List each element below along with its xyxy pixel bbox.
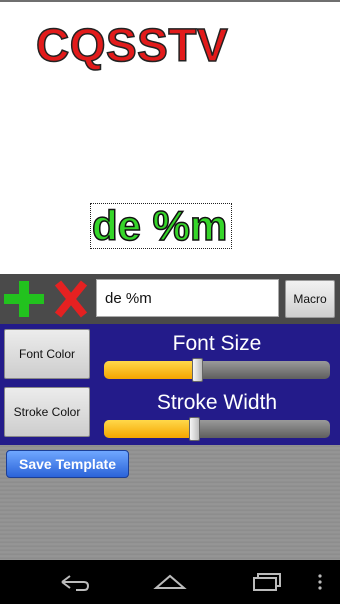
- overflow-menu-icon: [318, 574, 322, 590]
- overflow-menu-button[interactable]: [306, 568, 334, 596]
- home-icon: [153, 574, 187, 589]
- font-size-slider-thumb[interactable]: [191, 358, 203, 382]
- font-color-button[interactable]: Font Color: [4, 329, 90, 379]
- remove-text-button[interactable]: [52, 279, 90, 319]
- font-size-slider-fill: [104, 361, 197, 379]
- back-button[interactable]: [54, 568, 94, 596]
- stroke-width-slider-fill: [104, 420, 195, 438]
- recents-button[interactable]: [246, 568, 286, 596]
- add-text-button[interactable]: [2, 279, 46, 319]
- recents-icon: [253, 573, 281, 591]
- stroke-width-label: Stroke Width: [156, 391, 278, 414]
- font-size-slider[interactable]: [104, 358, 330, 382]
- plus-icon: [4, 281, 44, 317]
- x-icon: [54, 280, 88, 318]
- save-template-button[interactable]: Save Template: [6, 450, 129, 478]
- canvas-overlay-text[interactable]: de %m: [91, 204, 228, 248]
- back-icon: [61, 575, 90, 591]
- stroke-width-slider[interactable]: [104, 417, 330, 441]
- canvas-title-text[interactable]: CQSSTV: [35, 21, 228, 69]
- font-size-label: Font Size: [172, 332, 262, 355]
- stroke-width-slider-thumb[interactable]: [189, 417, 201, 441]
- stroke-color-button[interactable]: Stroke Color: [4, 387, 90, 437]
- home-button[interactable]: [150, 568, 190, 596]
- overlay-text-input[interactable]: [96, 279, 279, 317]
- macro-button[interactable]: Macro: [285, 280, 335, 318]
